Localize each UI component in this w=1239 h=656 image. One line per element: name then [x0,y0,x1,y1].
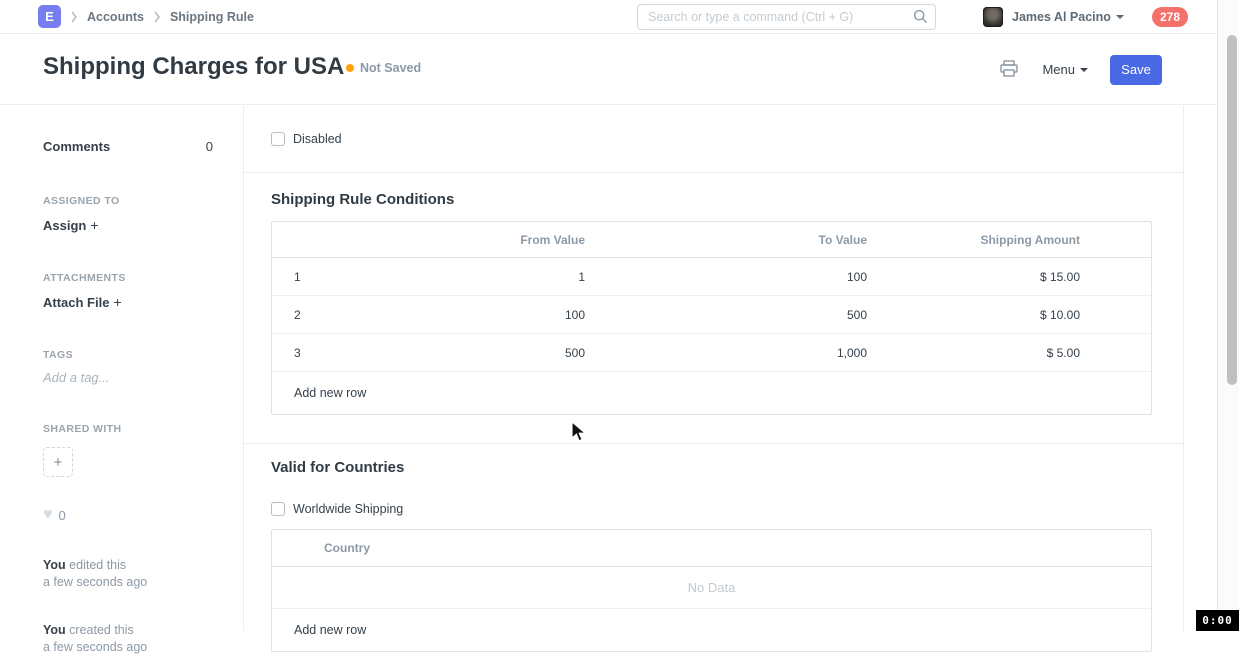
cell-from-value[interactable]: 500 [320,346,587,360]
printer-icon [1000,65,1018,80]
navbar: E Accounts Shipping Rule James Al Pacino… [0,0,1239,34]
conditions-heading: Shipping Rule Conditions [271,191,1152,208]
chevron-down-icon [1116,15,1124,19]
breadcrumb: Accounts Shipping Rule [87,10,254,24]
breadcrumb-shipping-rule[interactable]: Shipping Rule [170,10,254,24]
form-body: Disabled Shipping Rule Conditions From V… [243,106,1184,631]
user-avatar[interactable] [983,7,1003,27]
user-name[interactable]: James Al Pacino [1012,10,1111,24]
breadcrumb-chevron-icon [70,11,78,23]
add-assignment-icon[interactable]: + [90,217,98,233]
app-logo[interactable]: E [38,5,61,28]
comments-count: 0 [206,139,213,154]
section-divider [244,443,1183,444]
add-attachment-icon[interactable]: + [113,294,121,310]
cell-from-value[interactable]: 100 [320,308,587,322]
row-index: 3 [272,346,320,360]
cell-to-value[interactable]: 1,000 [587,346,869,360]
add-share-button[interactable]: + [43,447,73,477]
table-row[interactable]: 2 100 500 $ 10.00 [272,296,1151,334]
chevron-down-icon [1080,68,1088,72]
activity-when: a few seconds ago [43,640,147,654]
attach-file-link[interactable]: Attach File [43,295,109,310]
cell-shipping-amount[interactable]: $ 10.00 [869,308,1082,322]
activity-edited: You edited this a few seconds ago [43,557,213,591]
disabled-label: Disabled [293,132,342,146]
comments-link[interactable]: Comments [43,139,110,154]
row-index: 1 [272,270,320,284]
search-input[interactable] [637,4,936,30]
scrollbar-track [1217,0,1239,631]
col-from-value: From Value [320,233,587,247]
attachments-heading: ATTACHMENTS [43,272,213,284]
form-sidebar: Comments 0 ASSIGNED TO Assign + ATTACHMEN… [0,106,243,631]
shared-with-heading: SHARED WITH [43,423,213,435]
like-count: 0 [59,508,66,523]
user-menu[interactable]: James Al Pacino [983,0,1124,34]
doc-status: Not Saved [346,61,421,75]
worldwide-shipping-checkbox[interactable] [271,502,285,516]
status-text: Not Saved [360,61,421,75]
worldwide-shipping-label: Worldwide Shipping [293,502,403,516]
page-title: Shipping Charges for USA [43,53,344,81]
col-to-value: To Value [587,233,869,247]
add-tag-input[interactable] [43,370,183,385]
save-button[interactable]: Save [1110,55,1162,85]
cell-shipping-amount[interactable]: $ 5.00 [869,346,1082,360]
not-saved-dot-icon [346,64,354,72]
disabled-checkbox[interactable] [271,132,285,146]
scrollbar-thumb[interactable] [1227,35,1237,385]
page-actions: Menu Save [998,34,1162,105]
table-row[interactable]: 3 500 1,000 $ 5.00 [272,334,1151,372]
breadcrumb-accounts[interactable]: Accounts [87,10,144,24]
activity-action: created this [69,623,134,637]
print-button[interactable] [998,58,1020,82]
worldwide-shipping-field: Worldwide Shipping [271,502,1152,516]
tags-heading: TAGS [43,349,213,361]
search-icon[interactable] [913,9,928,29]
menu-label: Menu [1042,62,1075,77]
menu-button[interactable]: Menu [1042,62,1088,77]
no-data-text: No Data [272,567,1151,609]
activity-created: You created this a few seconds ago [43,622,213,656]
page-head: Shipping Charges for USA Not Saved Menu … [0,34,1218,105]
row-index: 2 [272,308,320,322]
section-divider [244,172,1183,173]
countries-heading: Valid for Countries [271,459,1152,476]
recording-timer: 0:00 [1196,610,1239,631]
col-country: Country [272,530,1151,567]
countries-table: Country No Data Add new row [271,529,1152,652]
add-new-row-button[interactable]: Add new row [272,609,1151,651]
add-new-row-button[interactable]: Add new row [272,372,1151,414]
notifications-badge[interactable]: 278 [1152,7,1188,27]
activity-who: You [43,558,66,572]
heart-icon[interactable]: ♥ [43,506,53,524]
assigned-to-heading: ASSIGNED TO [43,195,213,207]
assign-link[interactable]: Assign [43,218,86,233]
cell-from-value[interactable]: 1 [320,270,587,284]
conditions-table-header: From Value To Value Shipping Amount [272,222,1151,258]
activity-action: edited this [69,558,126,572]
cell-shipping-amount[interactable]: $ 15.00 [869,270,1082,284]
col-shipping-amount: Shipping Amount [869,233,1082,247]
activity-when: a few seconds ago [43,575,147,589]
table-row[interactable]: 1 1 100 $ 15.00 [272,258,1151,296]
breadcrumb-chevron-icon [153,11,161,23]
cell-to-value[interactable]: 100 [587,270,869,284]
activity-who: You [43,623,66,637]
cell-to-value[interactable]: 500 [587,308,869,322]
disabled-field: Disabled [271,132,1152,146]
conditions-table: From Value To Value Shipping Amount 1 1 … [271,221,1152,415]
global-search [637,4,936,30]
